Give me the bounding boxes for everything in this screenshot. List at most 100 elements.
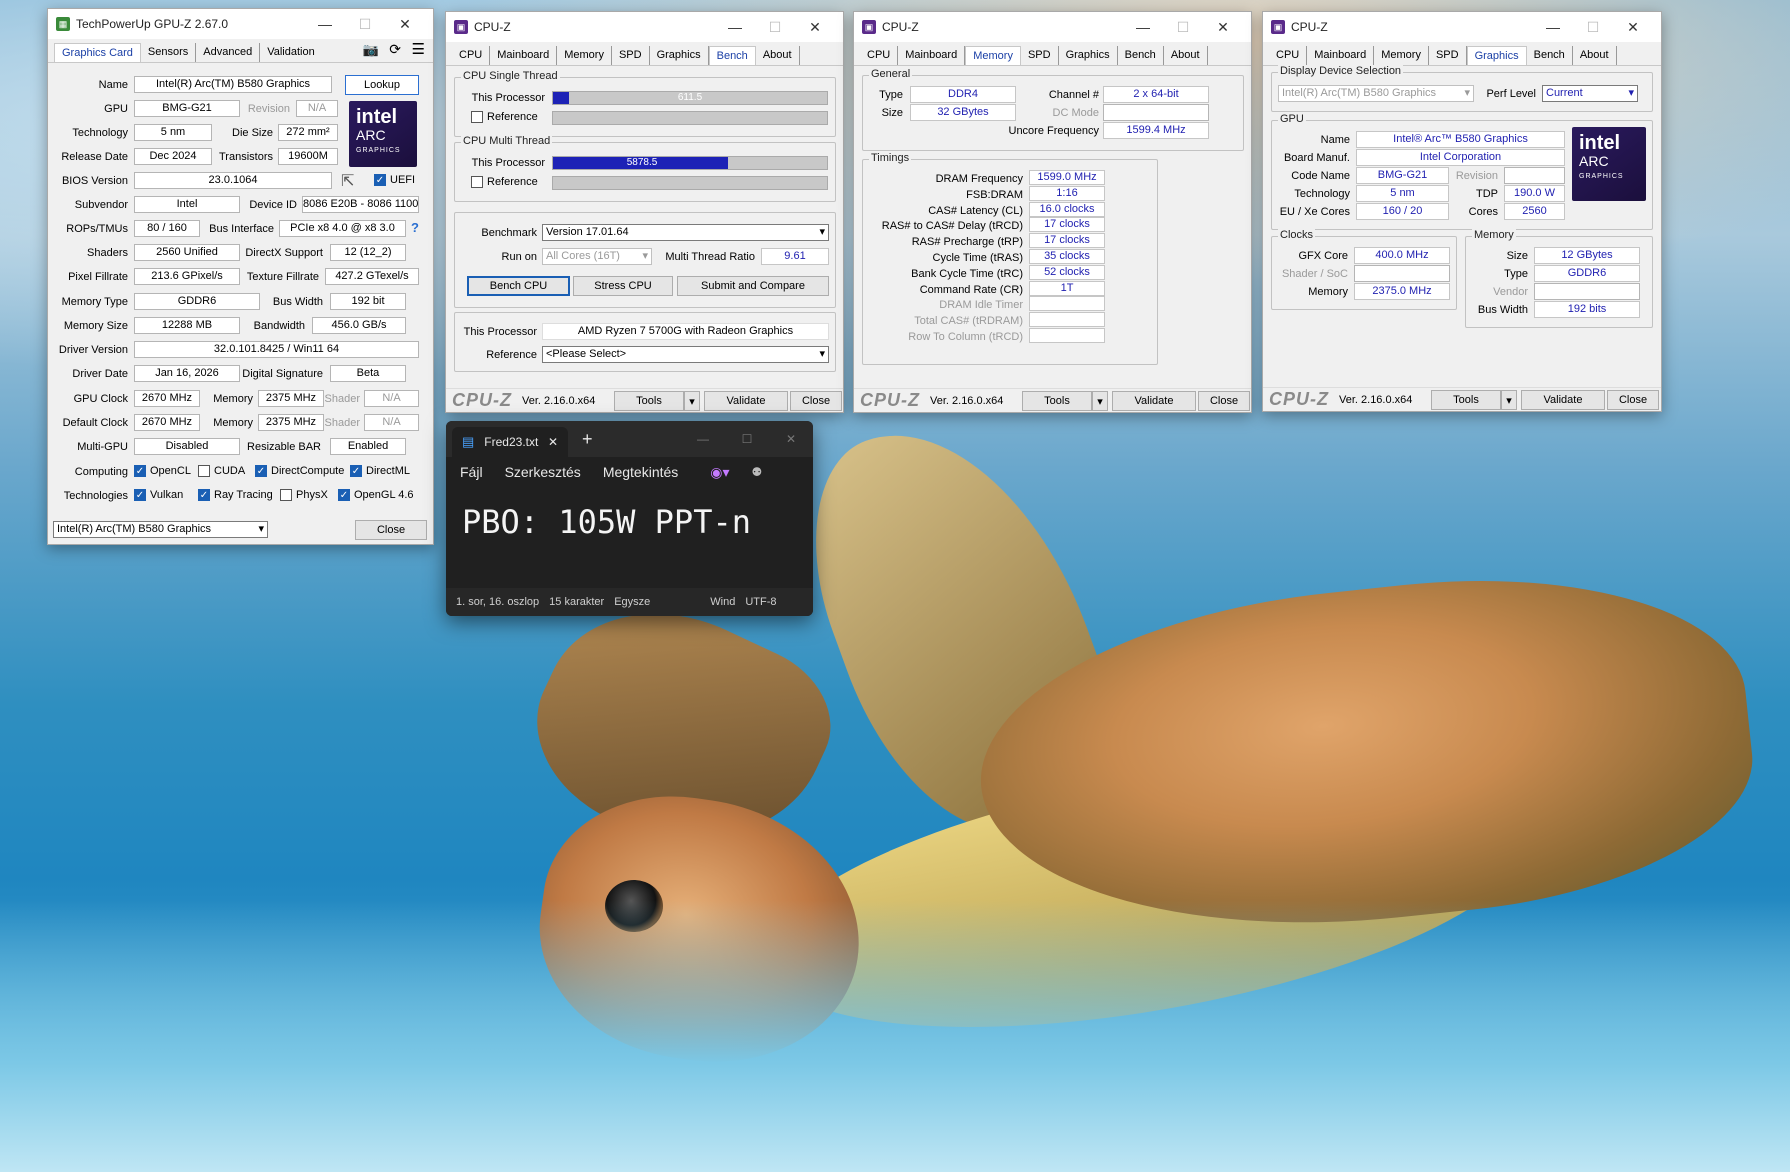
menu-edit[interactable]: Szerkesztés [505,464,581,480]
minimize-icon[interactable]: — [715,19,755,35]
cpuz-app-icon: ▣ [1271,20,1285,34]
menu-file[interactable]: Fájl [460,464,483,480]
tab-bench[interactable]: Bench [1118,46,1164,65]
tab-cpu[interactable]: CPU [860,46,899,65]
opengl-checkbox[interactable]: ✓ OpenGL 4.6 [338,489,414,501]
tab-about[interactable]: About [1164,46,1208,65]
run-on-dropdown[interactable]: All Cores (16T) [542,248,652,265]
tab-memory[interactable]: Memory [1374,46,1429,65]
lookup-button[interactable]: Lookup [345,75,419,95]
tab-spd[interactable]: SPD [612,46,650,65]
tools-dropdown-icon[interactable]: ▾ [1092,391,1108,411]
copilot-icon[interactable]: ◉▾ [710,464,729,481]
physx-checkbox[interactable]: PhysX [280,489,328,501]
ray-tracing-checkbox[interactable]: ✓ Ray Tracing [198,489,273,501]
minimize-icon[interactable]: — [1533,19,1573,35]
vulkan-checkbox[interactable]: ✓ Vulkan [134,489,183,501]
tab-graphics[interactable]: Graphics [1059,46,1118,65]
uncore-frequency-label: Uncore Frequency [1008,125,1100,137]
bench-cpu-button[interactable]: Bench CPU [467,276,570,296]
minimize-icon[interactable]: — [305,16,345,32]
cpuz-memory-tabs: CPU Mainboard Memory SPD Graphics Bench … [854,42,1251,66]
benchmark-version-dropdown[interactable]: Version 17.01.64 [542,224,829,241]
account-icon[interactable]: ⚉ [752,465,763,479]
tab-mainboard[interactable]: Mainboard [898,46,966,65]
tab-about[interactable]: About [1573,46,1617,65]
submit-compare-button[interactable]: Submit and Compare [677,276,829,296]
close-button[interactable]: Close [355,520,427,540]
stress-cpu-button[interactable]: Stress CPU [573,276,673,296]
notepad-titlebar[interactable]: ▤ Fred23.txt ✕ + — ☐ ✕ [446,421,813,457]
single-reference-checkbox[interactable]: Reference [471,111,538,123]
tab-advanced[interactable]: Advanced [196,43,261,62]
uefi-checkbox[interactable]: ✓ UEFI [374,174,415,186]
close-icon[interactable]: ✕ [1613,19,1653,36]
tab-memory[interactable]: Memory [965,46,1021,65]
reference-dropdown[interactable]: <Please Select> [542,346,829,363]
minimize-icon[interactable]: — [1123,19,1163,35]
tab-mainboard[interactable]: Mainboard [490,46,558,65]
close-icon[interactable]: ✕ [1203,19,1243,36]
tab-bench[interactable]: Bench [1527,46,1573,65]
validate-button[interactable]: Validate [704,391,788,411]
tools-dropdown-icon[interactable]: ▾ [684,391,700,411]
notepad-text-area[interactable]: PBO: 105W PPT-n [446,487,813,541]
tab-spd[interactable]: SPD [1021,46,1059,65]
perf-level-dropdown[interactable]: Current [1542,85,1638,102]
tab-validation[interactable]: Validation [260,43,322,62]
close-icon[interactable]: ✕ [795,19,835,36]
close-icon[interactable]: ✕ [769,432,813,446]
cpuz-memory-titlebar[interactable]: ▣ CPU-Z — ☐ ✕ [854,12,1251,42]
close-icon[interactable]: ✕ [385,16,425,33]
help-icon[interactable]: ? [411,220,419,235]
directcompute-checkbox[interactable]: ✓ DirectCompute [255,465,344,477]
status-position: 1. sor, 16. oszlop [456,596,540,608]
cpuz-version: Ver. 2.16.0.x64 [930,394,1004,407]
validate-button[interactable]: Validate [1521,390,1605,410]
tab-mainboard[interactable]: Mainboard [1307,46,1375,65]
tab-memory[interactable]: Memory [557,46,612,65]
close-button[interactable]: Close [790,391,842,411]
menu-view[interactable]: Megtekintés [603,464,678,480]
tab-graphics-card[interactable]: Graphics Card [54,43,141,62]
share-icon[interactable]: ⇱ [341,171,354,191]
tab-about[interactable]: About [756,46,800,65]
tools-button[interactable]: Tools [1022,391,1092,411]
display-selection-group: Display Device Selection Intel(R) Arc(TM… [1271,65,1653,112]
opencl-checkbox[interactable]: ✓ OpenCL [134,465,191,477]
close-button[interactable]: Close [1607,390,1659,410]
display-device-dropdown[interactable]: Intel(R) Arc(TM) B580 Graphics [1278,85,1474,102]
tab-cpu[interactable]: CPU [452,46,491,65]
gpu-selector-dropdown[interactable]: Intel(R) Arc(TM) B580 Graphics [53,521,268,538]
tab-sensors[interactable]: Sensors [141,43,197,62]
tab-cpu[interactable]: CPU [1269,46,1308,65]
tools-dropdown-icon[interactable]: ▾ [1501,390,1517,410]
timing-value: 17 clocks [1029,233,1105,249]
gpuz-titlebar[interactable]: ▦ TechPowerUp GPU-Z 2.67.0 — ☐ ✕ [48,9,433,39]
timing-label: CAS# Latency (CL) [928,204,1023,217]
close-button[interactable]: Close [1198,391,1250,411]
directml-checkbox[interactable]: ✓ DirectML [350,465,410,477]
maximize-icon[interactable]: ☐ [725,432,769,446]
tab-spd[interactable]: SPD [1429,46,1467,65]
tab-bench[interactable]: Bench [708,46,756,65]
validate-button[interactable]: Validate [1112,391,1196,411]
gpu-memory-title: Memory [1472,229,1516,241]
close-tab-icon[interactable]: ✕ [548,435,558,449]
new-tab-icon[interactable]: + [582,429,593,450]
camera-icon[interactable]: 📷 [363,42,379,58]
maximize-icon: ☐ [1586,18,1600,35]
cpuz-graphics-titlebar[interactable]: ▣ CPU-Z — ☐ ✕ [1263,12,1661,42]
tab-graphics[interactable]: Graphics [650,46,709,65]
minimize-icon[interactable]: — [681,432,725,446]
tab-graphics[interactable]: Graphics [1466,46,1527,65]
tools-button[interactable]: Tools [614,391,684,411]
notepad-tab[interactable]: ▤ Fred23.txt ✕ [452,427,568,457]
refresh-icon[interactable]: ⟳ [389,41,401,58]
cuda-checkbox[interactable]: CUDA [198,465,245,477]
tools-button[interactable]: Tools [1431,390,1501,410]
multi-reference-checkbox[interactable]: Reference [471,176,538,188]
clocks-group: Clocks GFX Core 400.0 MHz Shader / SoC M… [1271,229,1457,310]
cpuz-bench-titlebar[interactable]: ▣ CPU-Z — ☐ ✕ [446,12,843,42]
menu-icon[interactable]: ☰ [412,40,425,58]
